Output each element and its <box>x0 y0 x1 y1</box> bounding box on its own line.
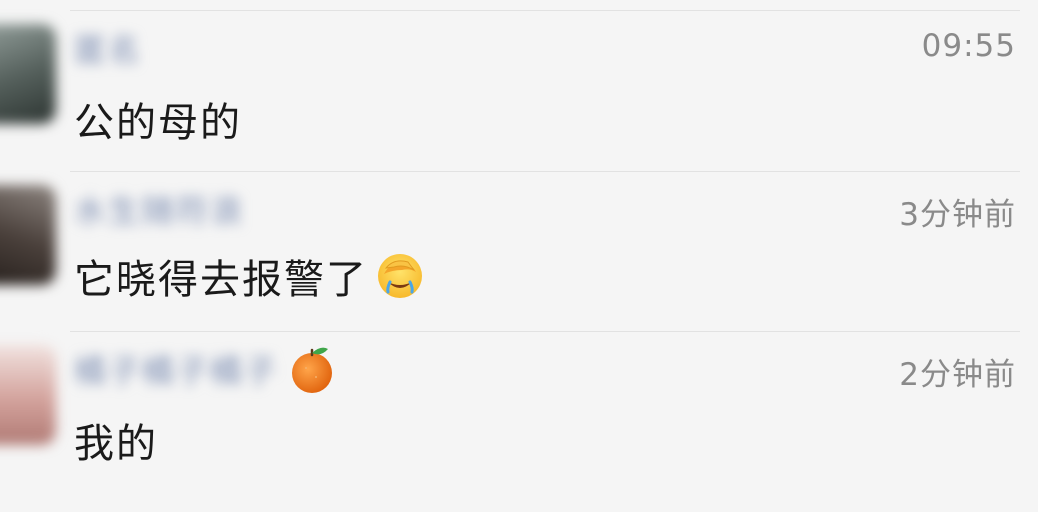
facepalm-laughing-emoji <box>376 252 424 300</box>
comment-list: 匿名 09:55 公的母的 水生随符浪 3分钟前 它晓得去报警了 橘子橘子橘子 … <box>0 0 1038 512</box>
commenter-name[interactable]: 匿名 <box>74 26 142 70</box>
avatar[interactable] <box>0 345 56 445</box>
comment-text-content: 我的 <box>74 421 158 467</box>
comment-item[interactable]: 匿名 09:55 公的母的 <box>0 10 1038 170</box>
commenter-name[interactable]: 橘子橘子橘子 <box>74 347 336 393</box>
commenter-name-text: 水生随符浪 <box>74 192 245 230</box>
comment-text: 我的 <box>74 411 158 469</box>
commenter-name-text: 匿名 <box>74 31 143 69</box>
avatar[interactable] <box>0 185 56 285</box>
comment-time: 09:55 <box>921 28 1016 64</box>
comment-time: 3分钟前 <box>899 197 1016 233</box>
avatar[interactable] <box>0 24 56 124</box>
comment-text: 公的母的 <box>74 90 242 148</box>
comment-text: 它晓得去报警了 <box>74 247 424 305</box>
commenter-name-text: 橘子橘子橘子 <box>74 352 279 390</box>
comment-text-content: 公的母的 <box>74 100 242 146</box>
commenter-name[interactable]: 水生随符浪 <box>74 187 244 231</box>
tangerine-emoji <box>288 343 336 395</box>
comment-time: 2分钟前 <box>899 357 1016 393</box>
comment-item[interactable]: 橘子橘子橘子 2分钟前 我的 <box>0 331 1038 491</box>
comment-text-content: 它晓得去报警了 <box>74 257 368 303</box>
comment-item[interactable]: 水生随符浪 3分钟前 它晓得去报警了 <box>0 171 1038 331</box>
